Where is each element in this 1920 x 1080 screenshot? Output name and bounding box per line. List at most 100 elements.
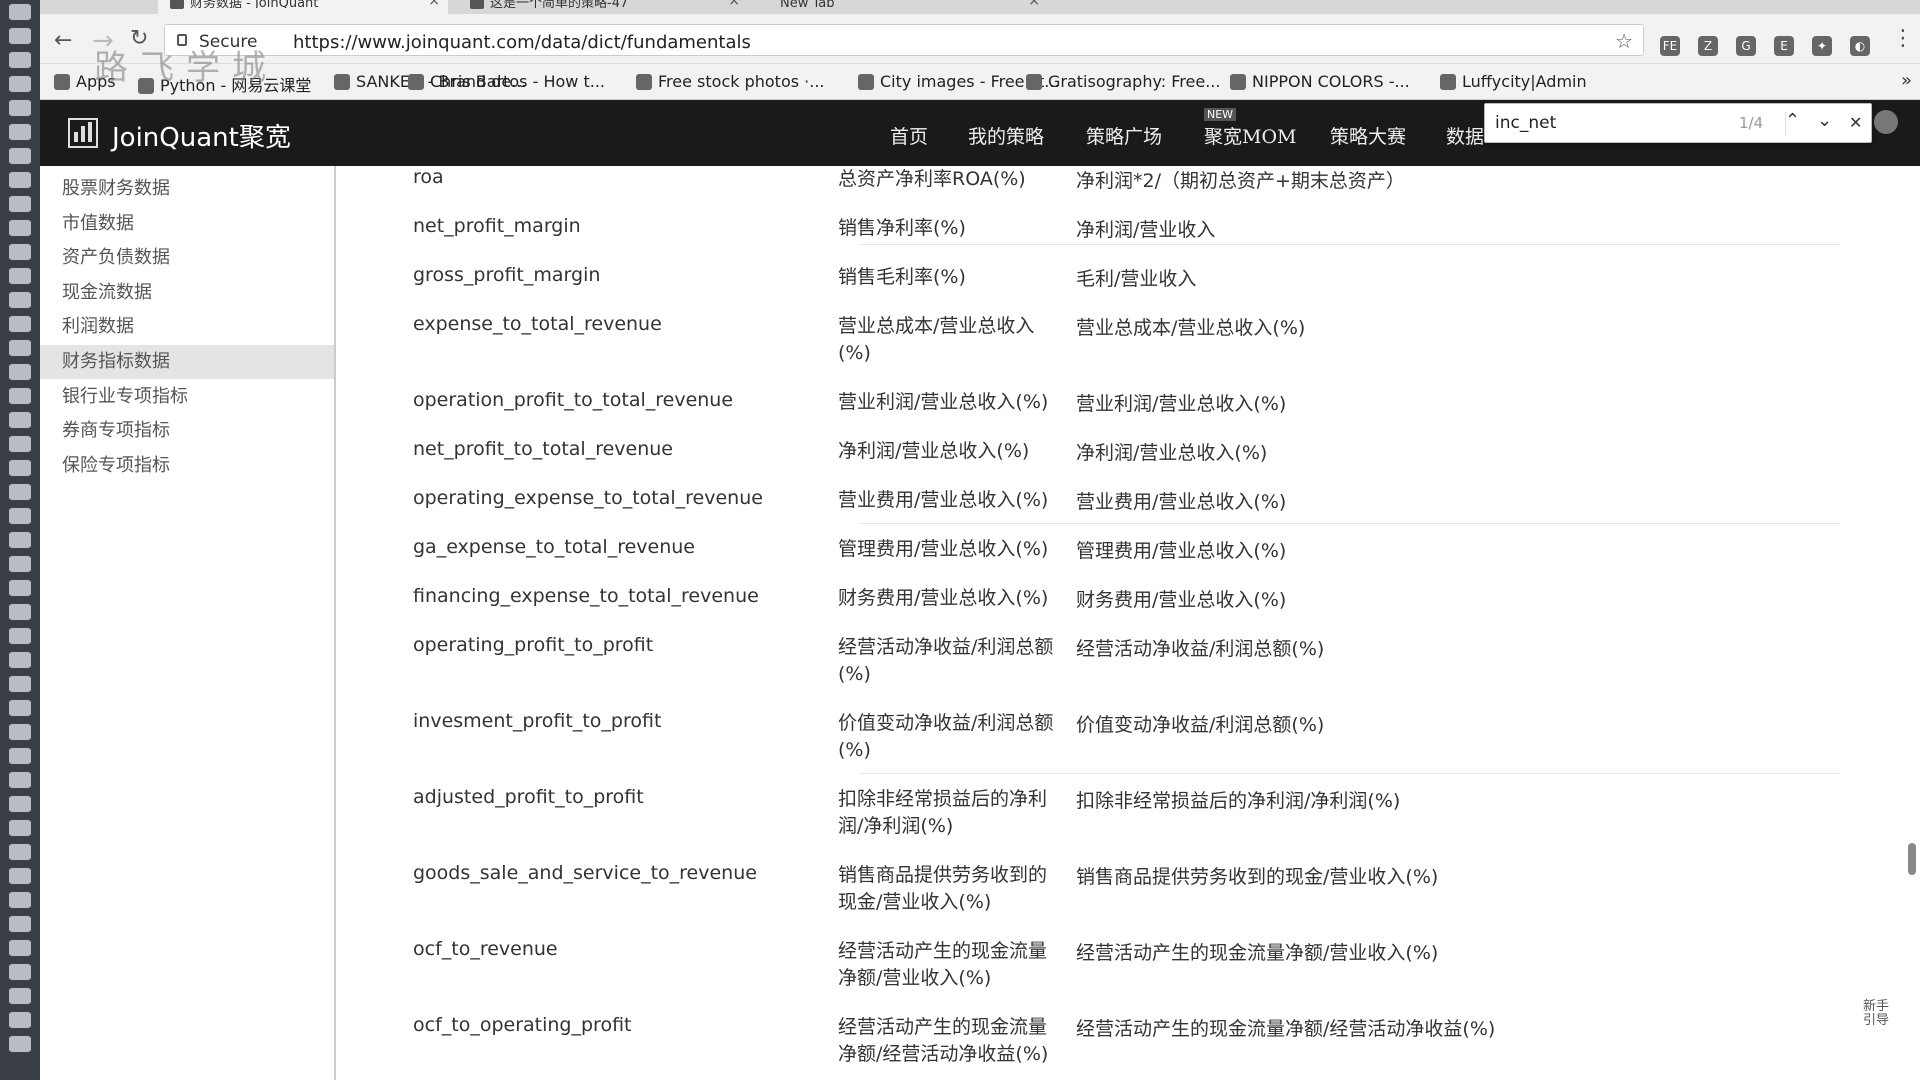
dock-app-icon[interactable] bbox=[9, 724, 31, 740]
close-icon[interactable]: × bbox=[428, 0, 440, 8]
field-name: financing_expense_to_total_revenue bbox=[413, 585, 759, 607]
dock-app-icon[interactable] bbox=[9, 244, 31, 260]
dock-app-icon[interactable] bbox=[9, 316, 31, 332]
find-next-icon[interactable]: ⌄ bbox=[1817, 110, 1832, 131]
dock-app-icon[interactable] bbox=[9, 916, 31, 932]
dock-app-icon[interactable] bbox=[9, 460, 31, 476]
sidebar-item[interactable]: 银行业专项指标 bbox=[40, 380, 334, 414]
dock-app-icon[interactable] bbox=[9, 292, 31, 308]
dock-app-icon[interactable] bbox=[9, 52, 31, 68]
dock-app-icon[interactable] bbox=[9, 844, 31, 860]
dock-app-icon[interactable] bbox=[9, 196, 31, 212]
close-icon[interactable]: × bbox=[728, 0, 740, 8]
dock-app-icon[interactable] bbox=[9, 532, 31, 548]
dock-app-icon[interactable] bbox=[9, 4, 31, 20]
dock-app-icon[interactable] bbox=[9, 940, 31, 956]
dock-app-icon[interactable] bbox=[9, 628, 31, 644]
bookmark-star-icon[interactable]: ☆ bbox=[1615, 29, 1633, 53]
dock-app-icon[interactable] bbox=[9, 220, 31, 236]
sidebar-item[interactable]: 股票财务数据 bbox=[40, 172, 334, 206]
site-logo-text[interactable]: JoinQuant聚宽 bbox=[112, 117, 291, 154]
url-text[interactable]: https://www.joinquant.com/data/dict/fund… bbox=[293, 32, 751, 53]
bookmark-item[interactable]: Chris Bartos - How t... bbox=[408, 72, 605, 91]
nav-my-strategies[interactable]: 我的策略 bbox=[968, 122, 1044, 149]
dock-app-icon[interactable] bbox=[9, 796, 31, 812]
joinquant-favicon-icon bbox=[170, 0, 184, 9]
nav-contest[interactable]: 策略大赛 bbox=[1330, 122, 1406, 149]
bookmark-item[interactable]: Free stock photos ·... bbox=[636, 72, 825, 91]
extension-icon[interactable]: FE bbox=[1660, 36, 1680, 56]
dock-app-icon[interactable] bbox=[9, 268, 31, 284]
extension-icon[interactable]: Z bbox=[1698, 36, 1718, 56]
find-match-count: 1/4 bbox=[1739, 114, 1764, 132]
dock-app-icon[interactable] bbox=[9, 172, 31, 188]
dock-app-icon[interactable] bbox=[9, 1012, 31, 1028]
field-description: 经营活动净收益/利润总额(%) bbox=[838, 636, 1054, 685]
user-avatar[interactable] bbox=[1874, 110, 1898, 134]
tab-new-tab[interactable]: New Tab × bbox=[758, 0, 1048, 14]
dock-app-icon[interactable] bbox=[9, 580, 31, 596]
dock-app-icon[interactable] bbox=[9, 484, 31, 500]
bookmark-item[interactable]: Luffycity|Admin bbox=[1440, 72, 1587, 91]
bookmarks-overflow-icon[interactable]: » bbox=[1901, 70, 1912, 91]
back-arrow-icon[interactable]: ← bbox=[54, 28, 72, 53]
sidebar-item[interactable]: 市值数据 bbox=[40, 207, 334, 241]
sidebar-item[interactable]: 利润数据 bbox=[40, 310, 334, 344]
dock-app-icon[interactable] bbox=[9, 556, 31, 572]
dock-app-icon[interactable] bbox=[9, 748, 31, 764]
nav-mom[interactable]: 聚宽MOM bbox=[1204, 122, 1297, 149]
dock-app-icon[interactable] bbox=[9, 436, 31, 452]
dock-app-icon[interactable] bbox=[9, 340, 31, 356]
dock-app-icon[interactable] bbox=[9, 364, 31, 380]
joinquant-logo-icon[interactable] bbox=[68, 118, 98, 148]
bookmark-item[interactable]: NIPPON COLORS -... bbox=[1230, 72, 1410, 91]
field-description: 扣除非经常损益后的净利润/净利润(%) bbox=[838, 788, 1048, 837]
page-scrollbar[interactable] bbox=[1908, 843, 1916, 875]
nav-home[interactable]: 首页 bbox=[890, 122, 928, 149]
guide-link[interactable]: 新手引导 bbox=[1862, 1000, 1890, 1028]
dock-app-icon[interactable] bbox=[9, 412, 31, 428]
bookmark-favicon-icon bbox=[408, 74, 424, 90]
dock-app-icon[interactable] bbox=[9, 892, 31, 908]
field-name: invesment_profit_to_profit bbox=[413, 710, 662, 732]
dock-app-icon[interactable] bbox=[9, 988, 31, 1004]
find-previous-icon[interactable]: ⌃ bbox=[1785, 110, 1800, 131]
extension-icon[interactable]: G bbox=[1736, 36, 1756, 56]
dock-app-icon[interactable] bbox=[9, 28, 31, 44]
sidebar-item[interactable]: 现金流数据 bbox=[40, 276, 334, 310]
sidebar-item[interactable]: 资产负债数据 bbox=[40, 241, 334, 275]
dock-app-icon[interactable] bbox=[9, 964, 31, 980]
address-bar[interactable]: Secure https://www.joinquant.com/data/di… bbox=[164, 24, 1644, 56]
dock-app-icon[interactable] bbox=[9, 508, 31, 524]
dock-app-icon[interactable] bbox=[9, 1036, 31, 1052]
dock-app-icon[interactable] bbox=[9, 148, 31, 164]
bookmark-item[interactable]: Gratisography: Free... bbox=[1026, 72, 1220, 91]
tab-title: New Tab bbox=[780, 0, 835, 8]
sidebar-item[interactable]: 券商专项指标 bbox=[40, 414, 334, 448]
dock-app-icon[interactable] bbox=[9, 388, 31, 404]
dock-app-icon[interactable] bbox=[9, 124, 31, 140]
sidebar-item[interactable]: 保险专项指标 bbox=[40, 449, 334, 483]
extension-icon[interactable]: E bbox=[1774, 36, 1794, 56]
close-icon[interactable]: × bbox=[1028, 0, 1040, 8]
sidebar-item[interactable]: 财务指标数据 bbox=[40, 345, 334, 379]
dock-app-icon[interactable] bbox=[9, 100, 31, 116]
tab-strategy[interactable]: 这是一个简单的策略-47 × bbox=[458, 0, 748, 14]
find-input[interactable]: inc_net bbox=[1495, 113, 1556, 133]
nav-strategy-square[interactable]: 策略广场 bbox=[1086, 122, 1162, 149]
tab-joinquant-fundamentals[interactable]: 财务数据 - JoinQuant × bbox=[158, 0, 448, 14]
dock-app-icon[interactable] bbox=[9, 772, 31, 788]
dock-app-icon[interactable] bbox=[9, 76, 31, 92]
extension-icon[interactable]: ✦ bbox=[1812, 36, 1832, 56]
dock-app-icon[interactable] bbox=[9, 604, 31, 620]
dock-app-icon[interactable] bbox=[9, 652, 31, 668]
dock-app-icon[interactable] bbox=[9, 700, 31, 716]
field-name: operating_profit_to_profit bbox=[413, 634, 654, 656]
find-close-icon[interactable]: ✕ bbox=[1849, 113, 1862, 132]
dock-app-icon[interactable] bbox=[9, 868, 31, 884]
chrome-menu-icon[interactable]: ⋮ bbox=[1892, 26, 1914, 51]
dock-app-icon[interactable] bbox=[9, 820, 31, 836]
dock-app-icon[interactable] bbox=[9, 676, 31, 692]
nav-data[interactable]: 数据 bbox=[1446, 122, 1484, 149]
extension-icon[interactable]: ◐ bbox=[1850, 36, 1870, 56]
